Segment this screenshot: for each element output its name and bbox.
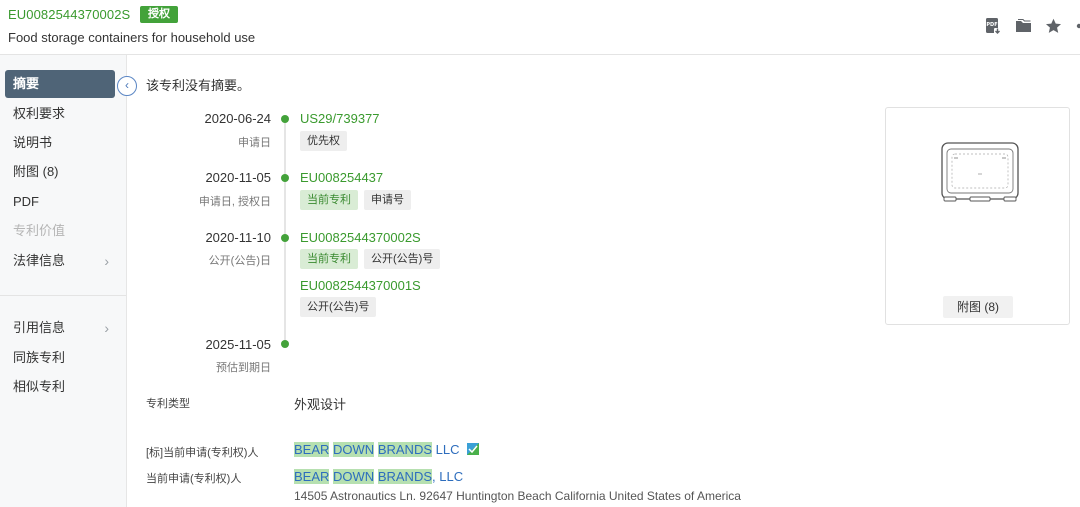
sidebar-item-label: 引用信息 xyxy=(13,320,66,335)
sidebar-item-similar[interactable]: 相似专利 xyxy=(5,373,115,401)
assignee-name-suffix[interactable]: , LLC xyxy=(432,469,463,484)
sidebar-item-label: 法律信息 xyxy=(13,253,66,268)
assignee-name-word[interactable]: BEAR xyxy=(294,442,330,457)
assignee-name-word[interactable]: BRANDS xyxy=(377,442,433,457)
sidebar-item-citations[interactable]: 引用信息 › xyxy=(5,314,115,342)
std-assignee-value: BEAR DOWN BRANDS LLC xyxy=(294,442,480,457)
sidebar-item-legal-info[interactable]: 法律信息 › xyxy=(5,247,115,275)
sidebar-item-family[interactable]: 同族专利 xyxy=(5,344,115,372)
sidebar-divider xyxy=(0,295,126,296)
timeline-date-label: 公开(公告)日 xyxy=(208,255,271,267)
sidebar-item-claims[interactable]: 权利要求 xyxy=(5,100,115,128)
assignee-name-suffix[interactable]: LLC xyxy=(436,442,460,457)
tag-publication-number: 公开(公告)号 xyxy=(364,249,441,269)
timeline-date-label: 申请日 xyxy=(238,137,271,149)
timeline-date: 2020-11-05 xyxy=(205,170,271,185)
patent-header: EU0082544370002S 授权 Food storage contain… xyxy=(0,0,1080,55)
sidebar-item-drawings[interactable]: 附图 (8) xyxy=(5,158,115,186)
tag-current-patent: 当前专利 xyxy=(300,249,358,269)
pdf-download-icon[interactable]: PDF xyxy=(984,17,1002,35)
sidebar-item-description[interactable]: 说明书 xyxy=(5,129,115,157)
assignee-name-word[interactable]: DOWN xyxy=(333,469,375,484)
timeline-date-label: 预估到期日 xyxy=(216,362,271,374)
drawing-thumbnail[interactable] xyxy=(940,141,1020,205)
assignee-name-word[interactable]: BRANDS xyxy=(377,469,433,484)
sidebar-item-abstract[interactable]: 摘要 xyxy=(5,70,115,98)
std-assignee-label: [标]当前申请(专利权)人 xyxy=(146,447,259,459)
status-badge: 授权 xyxy=(140,6,178,23)
timeline-date: 2020-11-10 xyxy=(205,230,271,245)
company-profile-icon[interactable] xyxy=(467,443,480,455)
assignee-value: BEAR DOWN BRANDS, LLC xyxy=(294,469,463,484)
drawings-panel: 附图 (8) xyxy=(885,107,1070,325)
more-icon[interactable] xyxy=(1074,17,1080,35)
collapse-sidebar-icon[interactable]: ‹ xyxy=(117,76,137,96)
timeline-date-label: 申请日, 授权日 xyxy=(198,196,271,208)
assignee-name-word[interactable]: DOWN xyxy=(333,442,375,457)
timeline-dot xyxy=(281,115,289,123)
header-toolbar: PDF xyxy=(984,16,1080,36)
svg-text:PDF: PDF xyxy=(986,22,997,28)
tag-publication-number: 公开(公告)号 xyxy=(300,297,377,317)
tag-application-number: 申请号 xyxy=(364,190,411,210)
star-icon[interactable] xyxy=(1044,17,1062,35)
patent-type-label: 专利类型 xyxy=(146,398,190,410)
view-drawings-button[interactable]: 附图 (8) xyxy=(943,296,1013,318)
timeline-line xyxy=(284,118,286,344)
patent-type-value: 外观设计 xyxy=(294,397,347,412)
publication-number-link[interactable]: EU0082544370001S xyxy=(300,278,421,293)
tag-priority: 优先权 xyxy=(300,131,347,151)
sidebar-item-pdf[interactable]: PDF xyxy=(5,188,115,216)
application-number-link[interactable]: EU008254437 xyxy=(300,170,383,185)
chevron-right-icon: › xyxy=(104,253,109,269)
publication-number-link[interactable]: EU0082544370002S xyxy=(300,230,421,245)
timeline-dot xyxy=(281,234,289,242)
abstract-empty-message: 该专利没有摘要。 xyxy=(146,78,251,93)
folder-icon[interactable] xyxy=(1014,17,1032,35)
timeline-date: 2020-06-24 xyxy=(204,111,272,126)
priority-number-link[interactable]: US29/739377 xyxy=(300,111,380,126)
sidebar-item-patent-value: 专利价值 xyxy=(13,223,66,238)
chevron-right-icon: › xyxy=(104,320,109,336)
patent-title: Food storage containers for household us… xyxy=(8,30,256,45)
assignee-address: 14505 Astronautics Ln. 92647 Huntington … xyxy=(294,489,741,503)
timeline-dot xyxy=(281,174,289,182)
timeline-date: 2025-11-05 xyxy=(205,337,271,352)
assignee-label: 当前申请(专利权)人 xyxy=(146,473,242,485)
tag-current-patent: 当前专利 xyxy=(300,190,358,210)
publication-number[interactable]: EU0082544370002S xyxy=(8,7,130,22)
timeline-dot xyxy=(281,340,289,348)
sidebar-nav: 摘要 权利要求 说明书 附图 (8) PDF 专利价值 法律信息 › 引用信息 … xyxy=(0,55,127,507)
assignee-name-word[interactable]: BEAR xyxy=(294,469,330,484)
